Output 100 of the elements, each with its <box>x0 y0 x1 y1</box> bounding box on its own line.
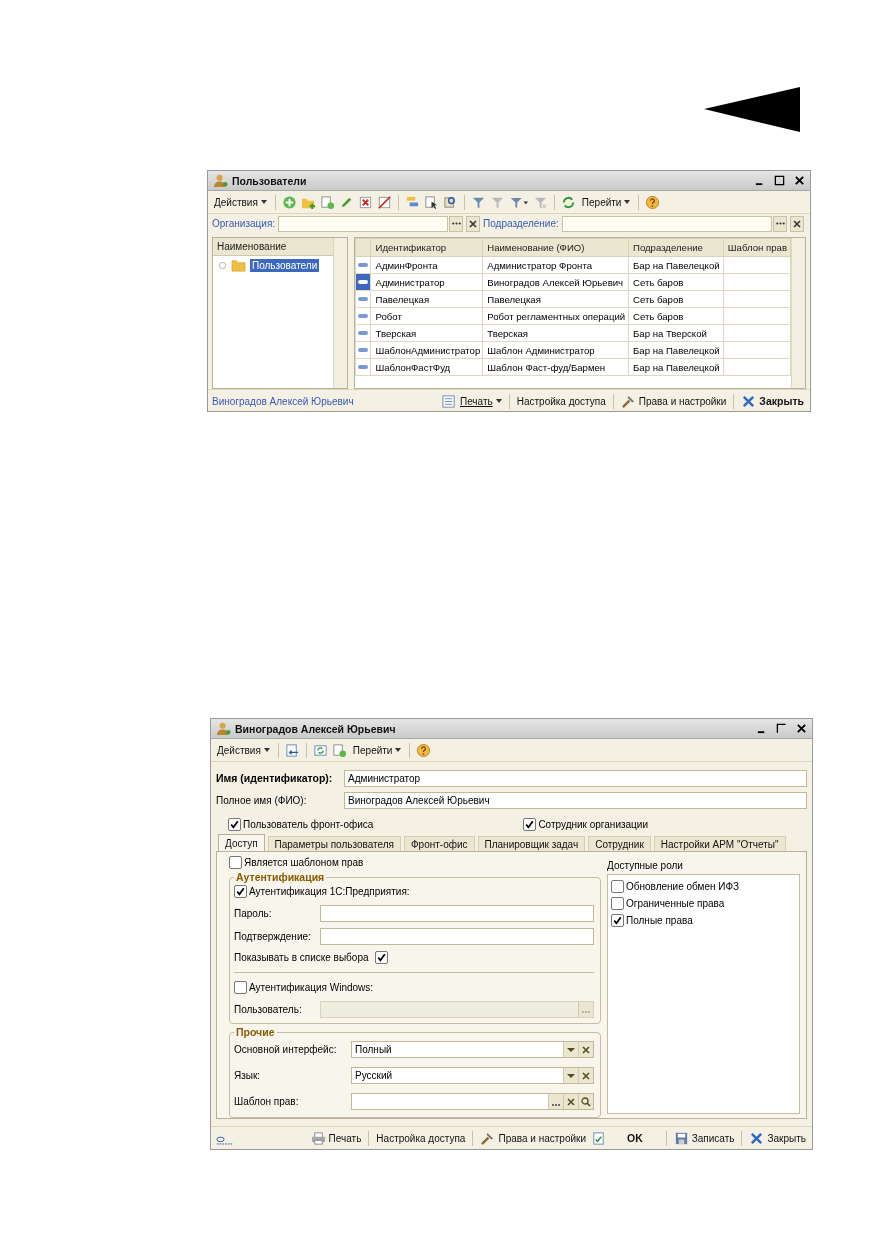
refresh-icon[interactable] <box>312 742 328 758</box>
checkbox[interactable] <box>611 880 624 893</box>
column-header[interactable]: Наименование (ФИО) <box>482 238 629 257</box>
ok-button[interactable]: OK <box>609 1131 661 1145</box>
clear-icon[interactable] <box>565 1095 577 1108</box>
help-icon[interactable] <box>645 194 661 210</box>
table-cell: Павелецкая <box>482 290 629 308</box>
clear-button[interactable] <box>466 215 481 232</box>
print-button[interactable]: Печать <box>308 1129 364 1147</box>
tools-icon <box>620 393 636 409</box>
checkbox-label: Аутентификация Windows: <box>249 982 374 993</box>
add-icon[interactable] <box>281 194 297 210</box>
caret-icon <box>624 200 631 204</box>
tab[interactable]: Параметры пользователя <box>267 836 401 851</box>
close-button[interactable]: Закрыть <box>739 392 806 410</box>
refresh-icon[interactable] <box>560 194 576 210</box>
actions-menu[interactable]: Действия <box>212 195 269 209</box>
checkbox-label: Показывать в списке выбора <box>234 952 369 963</box>
tab[interactable]: Настройки АРМ "Отчеты" <box>653 836 786 851</box>
help-icon[interactable] <box>416 742 432 758</box>
table-cell: Бар на Павелецкой <box>628 256 724 274</box>
checkbox-label: Полные права <box>626 915 693 926</box>
dash-icon <box>357 364 370 370</box>
ellipsis-icon <box>451 222 461 225</box>
tree-item[interactable]: Пользователи <box>250 259 320 272</box>
clear-icon[interactable] <box>580 1069 592 1082</box>
table-cell: Бар на Тверской <box>628 324 724 342</box>
scrollbar[interactable] <box>791 238 805 388</box>
clear-icon[interactable] <box>580 1043 592 1056</box>
user-icon <box>213 173 228 188</box>
table-cell: Робот регламентных операций <box>482 307 629 325</box>
actions-menu[interactable]: Действия <box>215 743 272 757</box>
select-field[interactable] <box>351 1093 594 1110</box>
password-field[interactable] <box>320 904 594 922</box>
field-label: Шаблон прав: <box>234 1096 300 1107</box>
field-label: Основной интерфейс: <box>234 1044 338 1055</box>
column-header[interactable]: Идентификатор <box>371 238 483 257</box>
table-cell: Сеть баров <box>628 307 724 325</box>
clear-button[interactable] <box>790 215 804 232</box>
input-field[interactable]: Виноградов Алексей Юрьевич <box>344 791 807 809</box>
filter-field[interactable] <box>561 215 772 232</box>
checkbox[interactable] <box>234 981 247 994</box>
column-header[interactable]: Шаблон прав <box>723 238 791 257</box>
save-button[interactable]: Записать <box>671 1129 737 1147</box>
window-title: Виноградов Алексей Юрьевич <box>235 722 396 735</box>
ellipsis-icon <box>775 222 785 225</box>
column-header[interactable]: Подразделение <box>628 238 724 257</box>
checkbox[interactable] <box>229 856 242 869</box>
group-title: Аутентификация <box>235 871 326 883</box>
copy-icon[interactable] <box>319 194 335 210</box>
checkbox-label: Сотрудник организации <box>538 818 648 830</box>
rights-button[interactable]: Права и настройки <box>478 1129 588 1147</box>
input-field[interactable]: Администратор <box>344 769 807 787</box>
dash-icon <box>357 279 370 285</box>
field-label: Подтверждение: <box>234 930 312 942</box>
checkbox[interactable] <box>228 817 241 831</box>
select-field[interactable]: Полный <box>351 1041 594 1058</box>
column-header[interactable]: Наименование <box>213 238 333 256</box>
window-title: Пользователи <box>232 174 307 187</box>
user-icon <box>216 721 231 736</box>
checkbox[interactable] <box>523 817 537 831</box>
select-field[interactable]: Русский <box>351 1067 594 1084</box>
checkbox[interactable] <box>611 914 624 927</box>
delete-icon[interactable] <box>357 194 373 210</box>
copy-icon[interactable] <box>331 742 347 758</box>
goto-menu[interactable]: Перейти <box>579 195 633 209</box>
checkbox-label: Является шаблоном прав <box>244 857 364 868</box>
maximize-icon[interactable] <box>774 175 785 186</box>
tab[interactable]: Сотрудник <box>588 836 651 851</box>
close-icon[interactable] <box>794 175 805 186</box>
checkbox[interactable] <box>611 897 624 910</box>
dash-icon <box>357 313 370 319</box>
goto-menu[interactable]: Перейти <box>350 743 404 757</box>
rights-button[interactable]: Права и настройки <box>618 392 729 410</box>
close-button[interactable]: Закрыть <box>747 1129 808 1147</box>
select-icon[interactable] <box>423 194 439 210</box>
table-cell: Администратор <box>371 273 483 291</box>
scrollbar[interactable] <box>333 238 347 388</box>
group-title: Прочие <box>235 1026 276 1038</box>
tab[interactable]: Доступ <box>218 834 265 851</box>
table-cell: Шаблон Администратор <box>482 341 629 359</box>
tools-icon <box>480 1130 496 1146</box>
table-cell: Тверская <box>482 324 629 342</box>
close-icon[interactable] <box>796 723 807 734</box>
caret-icon <box>495 399 502 403</box>
password-field[interactable] <box>320 927 594 945</box>
print-button[interactable]: Печать <box>439 392 504 410</box>
field-label: Пользователь: <box>234 1003 303 1015</box>
access-button[interactable]: Настройка доступа <box>374 1131 468 1145</box>
maximize-icon[interactable] <box>776 723 787 734</box>
access-button[interactable]: Настройка доступа <box>514 394 608 408</box>
filter-field[interactable] <box>278 215 449 232</box>
close-icon <box>749 1130 765 1146</box>
field-label: Пароль: <box>234 907 273 919</box>
checkbox[interactable] <box>234 885 247 898</box>
tab[interactable]: Фронт-офис <box>404 836 475 851</box>
tab[interactable]: Планировщик задач <box>477 836 586 851</box>
mark-delete-icon[interactable] <box>376 194 392 210</box>
field-label: Имя (идентификатор): <box>216 772 334 784</box>
checkbox[interactable] <box>374 951 388 964</box>
